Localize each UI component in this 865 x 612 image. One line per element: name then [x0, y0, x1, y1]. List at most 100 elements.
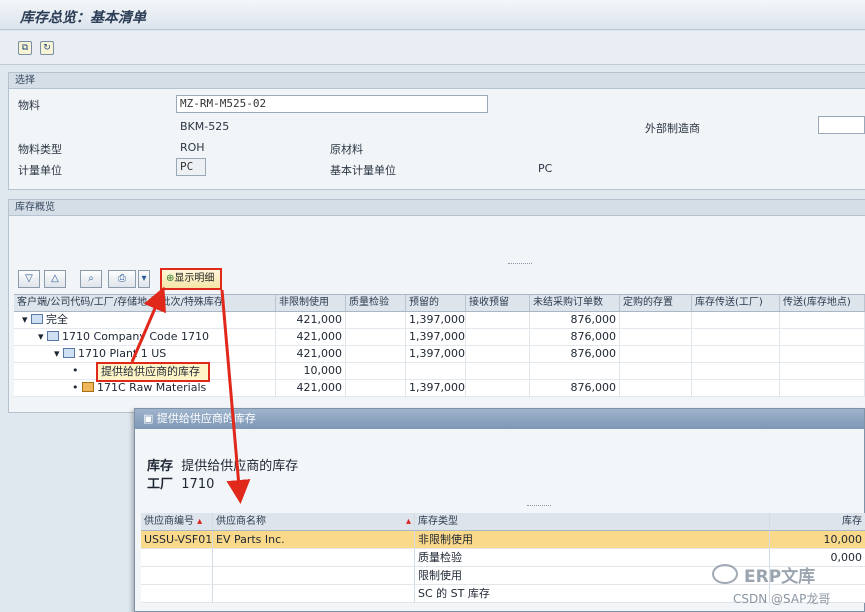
base-uom-label: 基本计量单位 [330, 164, 396, 177]
ext-mfr-label: 外部制造商 [645, 122, 700, 135]
cell-open-po [530, 363, 620, 379]
window-titlebar: 库存总览：基本清单 [0, 0, 865, 30]
cell-name [213, 585, 415, 602]
col-rec-reserved[interactable]: 接收预留 [466, 295, 530, 311]
col-vendor-name[interactable]: 供应商名称 ▴ [213, 513, 415, 530]
show-details-label: 显示明细 [174, 273, 215, 284]
cell-open-po: 876,000 [530, 312, 620, 328]
cell-vendor [141, 567, 213, 584]
col-transfer-sloc[interactable]: 传送(库存地点) [780, 295, 865, 311]
row-label: 完全 [46, 313, 69, 326]
material-type-desc: 原材料 [330, 143, 363, 156]
print-icon[interactable]: ⎙ [108, 270, 136, 288]
bullet-icon: • [72, 364, 79, 377]
cell-unrestricted: 421,000 [276, 312, 346, 328]
cell-vendor [141, 585, 213, 602]
dialog-plant-line: 工厂 1710 [147, 473, 214, 492]
table-row[interactable]: ▾ 1710 Plant 1 US 421,000 1,397,000 876,… [14, 346, 865, 363]
col-ordered[interactable]: 定购的存置 [620, 295, 692, 311]
cell-quality [346, 380, 406, 396]
col-transfer-plant[interactable]: 库存传送(工厂) [692, 295, 780, 311]
cell-unrestricted: 421,000 [276, 329, 346, 345]
cell-quality [346, 329, 406, 345]
page-title: 库存总览：基本清单 [20, 10, 146, 26]
table-row[interactable]: USSU-VSF01 EV Parts Inc. 非限制使用 10,000 [141, 531, 865, 549]
watermark-csdn: CSDN @SAP龙哥 [733, 592, 831, 606]
plant-icon [63, 348, 76, 358]
cell-type: SC 的 ST 库存 [415, 585, 770, 602]
cell-rec-reserved [466, 312, 530, 328]
cell-open-po: 876,000 [530, 346, 620, 362]
cell-name [213, 549, 415, 566]
expand-arrow-icon[interactable]: ▾ [54, 347, 63, 360]
cell-unrestricted: 421,000 [276, 346, 346, 362]
cell-unrestricted: 10,000 [276, 363, 346, 379]
cell-rec-reserved [466, 380, 530, 396]
material-field[interactable]: MZ-RM-M525-02 [176, 95, 488, 113]
cell-quality [346, 363, 406, 379]
expand-arrow-icon[interactable]: ▾ [22, 313, 31, 326]
splitter-handle[interactable] [508, 263, 532, 265]
cell-open-po: 876,000 [530, 380, 620, 396]
row-label: 171C Raw Materials [97, 381, 207, 394]
client-icon [31, 314, 44, 324]
expand-all-icon[interactable]: ▽ [18, 270, 40, 288]
company-code-icon [47, 331, 60, 341]
col-vendor-no[interactable]: 供应商编号 ▴ [141, 513, 213, 530]
col-open-po[interactable]: 未结采购订单数 [530, 295, 620, 311]
cell-rec-reserved [466, 346, 530, 362]
cell-reserved [406, 363, 466, 379]
cell-reserved: 1,397,000 [406, 346, 466, 362]
table-row[interactable]: • 171C Raw Materials 421,000 1,397,000 8… [14, 380, 865, 397]
base-uom-value: PC [538, 162, 553, 175]
uom-label: 计量单位 [18, 164, 62, 177]
stock-title: 提供给供应商的库存 [181, 459, 299, 474]
table-row[interactable]: ▾ 1710 Company Code 1710 421,000 1,397,0… [14, 329, 865, 346]
cell-unrestricted: 421,000 [276, 380, 346, 396]
cell-open-po: 876,000 [530, 329, 620, 345]
table-row[interactable]: ▾ 完全 421,000 1,397,000 876,000 [14, 312, 865, 329]
cell-name [213, 567, 415, 584]
plant-label: 工厂 [147, 477, 174, 492]
app-toolbar: ⧉ ↻ [0, 31, 865, 65]
dialog-splitter[interactable] [527, 505, 551, 506]
plant-value: 1710 [181, 477, 215, 492]
material-type-value: ROH [180, 141, 205, 154]
show-details-button[interactable]: ⊕显示明细 [160, 268, 222, 290]
selection-section: 选择 [8, 72, 865, 190]
material-type-label: 物料类型 [18, 143, 62, 156]
selection-header: 选择 [9, 73, 865, 89]
material-label: 物料 [18, 99, 40, 112]
col-hierarchy[interactable]: 客户端/公司代码/工厂/存储地点/批次/特殊库存 [14, 295, 276, 311]
refresh-icon[interactable]: ↻ [40, 41, 54, 55]
col-stock-type[interactable]: 库存类型 [415, 513, 770, 530]
copy-icon[interactable]: ⧉ [18, 41, 32, 55]
storage-location-icon [82, 382, 94, 392]
overview-header: 库存概览 [9, 200, 865, 216]
wechat-icon [712, 564, 738, 584]
col-quality[interactable]: 质量检验 [346, 295, 406, 311]
vendor-stock-node[interactable]: 提供给供应商的库存 [96, 362, 210, 382]
table-header: 供应商编号 ▴ 供应商名称 ▴ 库存类型 库存 [141, 513, 865, 531]
cell-quality [346, 346, 406, 362]
cell-name: EV Parts Inc. [213, 531, 415, 548]
cell-vendor: USSU-VSF01 [141, 531, 213, 548]
col-stock-qty[interactable]: 库存 [770, 513, 865, 530]
expand-arrow-icon[interactable]: ▾ [38, 330, 47, 343]
cell-type: 非限制使用 [415, 531, 770, 548]
dialog-icon: ▣ [143, 412, 157, 425]
collapse-all-icon[interactable]: △ [44, 270, 66, 288]
cell-type: 质量检验 [415, 549, 770, 566]
dropdown-arrow-icon[interactable]: ▾ [138, 270, 150, 288]
cell-rec-reserved [466, 363, 530, 379]
row-label: 1710 Plant 1 US [78, 347, 167, 360]
dialog-title-text: 提供给供应商的库存 [156, 412, 256, 425]
row-label: 1710 Company Code 1710 [62, 330, 210, 343]
ext-mfr-field[interactable] [818, 116, 865, 134]
binoculars-icon[interactable]: ⌕ [80, 270, 102, 288]
uom-field: PC [176, 158, 206, 176]
col-reserved[interactable]: 预留的 [406, 295, 466, 311]
cell-vendor [141, 549, 213, 566]
col-unrestricted[interactable]: 非限制使用 [276, 295, 346, 311]
cell-quality [346, 312, 406, 328]
